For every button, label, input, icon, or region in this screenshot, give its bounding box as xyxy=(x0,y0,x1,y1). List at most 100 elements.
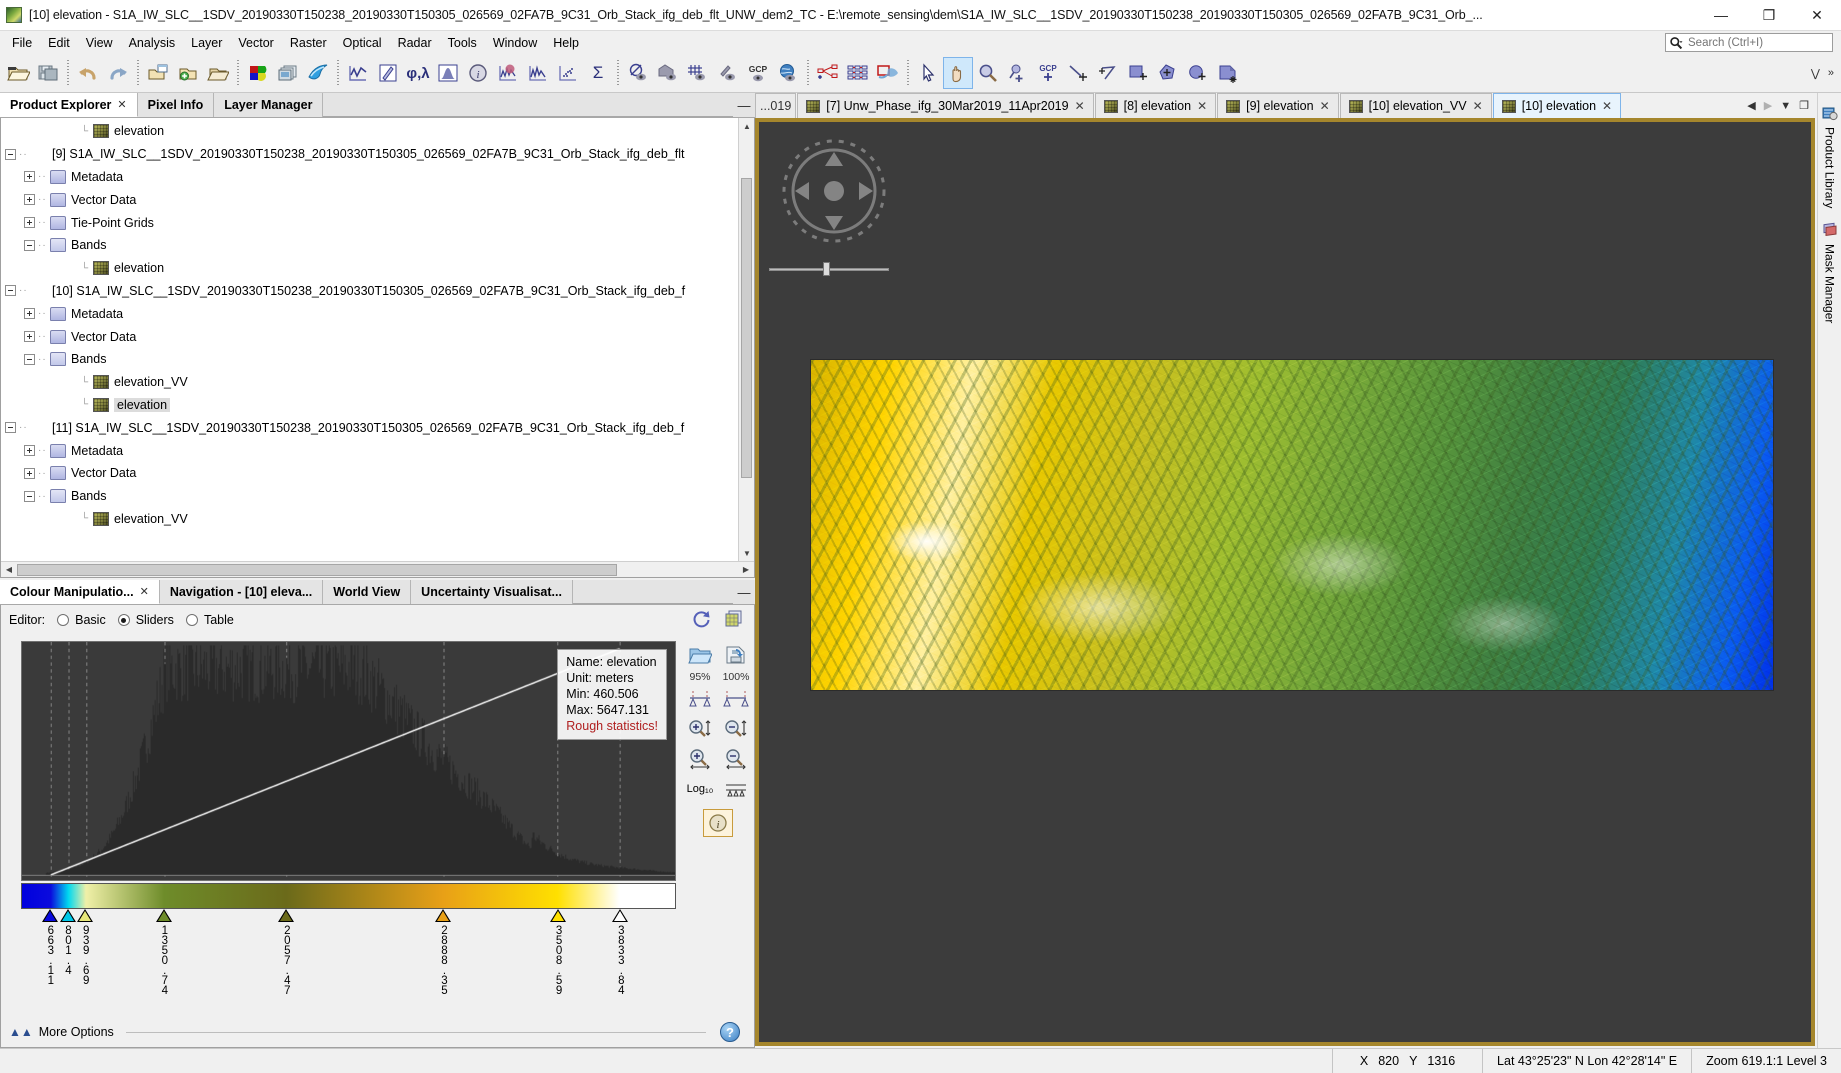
menu-view[interactable]: View xyxy=(78,34,121,52)
pin-placing-tool-icon[interactable] xyxy=(1003,57,1033,89)
import-palette-icon[interactable] xyxy=(685,641,715,669)
undo-icon[interactable] xyxy=(73,57,103,89)
tree-row[interactable]: ·· Vector Data xyxy=(1,188,738,211)
tree-row[interactable]: ·· [9] S1A_IW_SLC__1SDV_20190330T150238_2… xyxy=(1,143,738,166)
collapse-icon[interactable] xyxy=(24,353,35,365)
product-explorer-tree[interactable]: └ elevation ·· [9] S1A_IW_SLC__1SDV_2019033… xyxy=(0,118,755,578)
sidebar-item-mask-manager[interactable]: Mask Manager xyxy=(1822,222,1838,324)
collapse-icon[interactable] xyxy=(5,148,16,160)
line-drawing-tool-icon[interactable] xyxy=(1063,57,1093,89)
rectangle-drawing-tool-icon[interactable] xyxy=(1123,57,1153,89)
document-tab[interactable]: [10] elevation ✕ xyxy=(1492,93,1622,118)
selection-tool-icon[interactable] xyxy=(913,57,943,89)
density-plot-icon[interactable] xyxy=(523,57,553,89)
colour-slider-handle[interactable] xyxy=(155,909,172,922)
gcp-overlay-icon[interactable]: GCP xyxy=(743,57,773,89)
chevron-up-icon[interactable]: ▲▲ xyxy=(9,1025,33,1039)
search-box[interactable] xyxy=(1665,33,1833,52)
close-button[interactable]: ✕ xyxy=(1793,0,1841,31)
toolbar-overflow-down-icon[interactable]: ⋁ xyxy=(1808,67,1823,80)
expand-icon[interactable] xyxy=(24,445,35,457)
histogram-chart[interactable]: Name: elevation Unit: meters Min: 460.50… xyxy=(21,641,676,881)
tree-row[interactable]: └ elevation_VV xyxy=(1,508,738,531)
scroll-tabs-left-button[interactable]: ◀ xyxy=(1747,99,1755,112)
colour-slider-handle[interactable] xyxy=(59,909,76,922)
tree-row[interactable]: └ elevation xyxy=(1,394,738,417)
document-tab[interactable]: [9] elevation ✕ xyxy=(1217,93,1339,118)
collapse-icon[interactable] xyxy=(24,239,35,251)
colour-slider-handle[interactable] xyxy=(278,909,295,922)
scatter-plot-icon[interactable] xyxy=(553,57,583,89)
histogram-icon[interactable] xyxy=(433,57,463,89)
maximize-button[interactable]: ❐ xyxy=(1745,0,1793,31)
tree-row[interactable]: ·· Metadata xyxy=(1,302,738,325)
geo-coding-icon[interactable]: φ,λ xyxy=(403,57,433,89)
expand-icon[interactable] xyxy=(24,331,35,343)
tree-row[interactable]: ·· Metadata xyxy=(1,166,738,189)
tab-world-view[interactable]: World View xyxy=(323,580,412,604)
document-tab[interactable]: [7] Unw_Phase_ifg_30Mar2019_11Apr2019 ✕ xyxy=(797,93,1094,118)
menu-radar[interactable]: Radar xyxy=(390,34,440,52)
graticule-overlay-icon[interactable] xyxy=(683,57,713,89)
maximize-view-button[interactable]: ❐ xyxy=(1799,99,1809,112)
expand-icon[interactable] xyxy=(24,217,35,229)
expand-icon[interactable] xyxy=(24,467,35,479)
expand-icon[interactable] xyxy=(24,308,35,320)
tab-navigation[interactable]: Navigation - [10] eleva... xyxy=(159,580,324,604)
tab-colour-manipulation[interactable]: Colour Manipulatio... ✕ xyxy=(0,580,160,604)
zoom-out-vertical-icon[interactable] xyxy=(721,715,751,743)
menu-vector[interactable]: Vector xyxy=(230,34,281,52)
tree-row[interactable]: ·· Bands xyxy=(1,485,738,508)
batch-processing-icon[interactable] xyxy=(843,57,873,89)
tree-row[interactable]: ·· [11] S1A_IW_SLC__1SDV_20190330T150238_… xyxy=(1,416,738,439)
tab-list-button[interactable]: ▼ xyxy=(1780,100,1791,112)
image-view-frame[interactable] xyxy=(755,118,1815,1046)
close-image-view-icon[interactable] xyxy=(203,57,233,89)
graph-builder-icon[interactable] xyxy=(813,57,843,89)
subset-icon[interactable] xyxy=(873,57,903,89)
scroll-up-icon[interactable]: ▲ xyxy=(739,118,754,134)
polyline-drawing-tool-icon[interactable] xyxy=(1093,57,1123,89)
scroll-thumb-h[interactable] xyxy=(17,563,617,576)
menu-analysis[interactable]: Analysis xyxy=(121,34,184,52)
redo-icon[interactable] xyxy=(103,57,133,89)
polygon-drawing-tool-icon[interactable] xyxy=(1153,57,1183,89)
gcp-placing-tool-icon[interactable]: GCP xyxy=(1033,57,1063,89)
colour-slider-zone[interactable]: 663.11 801.4 939.69 1350.74 2057.47 2888.35 35… xyxy=(21,909,676,1017)
log10-display-icon[interactable]: Log₁₀ xyxy=(685,775,715,803)
tree-row[interactable]: ·· Vector Data xyxy=(1,462,738,485)
menu-layer[interactable]: Layer xyxy=(183,34,230,52)
zoom-tool-icon[interactable] xyxy=(973,57,1003,89)
colour-slider-handle[interactable] xyxy=(550,909,567,922)
dem-raster-image[interactable] xyxy=(811,360,1773,690)
expand-icon[interactable] xyxy=(24,194,35,206)
colour-ramp[interactable] xyxy=(21,883,676,909)
menu-tools[interactable]: Tools xyxy=(440,34,485,52)
navigation-compass-icon[interactable] xyxy=(775,132,893,250)
close-icon[interactable]: ✕ xyxy=(1602,99,1612,113)
scroll-down-icon[interactable]: ▼ xyxy=(739,545,754,561)
stretch-95-icon[interactable] xyxy=(685,685,715,713)
statistics-icon[interactable]: Σ xyxy=(583,57,613,89)
tree-row[interactable]: ·· Bands xyxy=(1,348,738,371)
reset-icon[interactable] xyxy=(692,609,712,632)
expand-icon[interactable] xyxy=(24,171,35,183)
tab-pixel-info[interactable]: Pixel Info xyxy=(137,93,215,117)
tree-row[interactable]: └ elevation xyxy=(1,120,738,143)
radio-table[interactable] xyxy=(185,614,198,626)
no-data-overlay-icon[interactable] xyxy=(623,57,653,89)
tree-row[interactable]: ·· Vector Data xyxy=(1,325,738,348)
profile-plot-icon[interactable] xyxy=(343,57,373,89)
close-icon[interactable]: ✕ xyxy=(140,585,149,598)
close-icon[interactable]: ✕ xyxy=(1320,99,1330,113)
colour-slider-handle[interactable] xyxy=(41,909,58,922)
colour-manipulation-icon[interactable] xyxy=(243,57,273,89)
information-icon[interactable]: i xyxy=(463,57,493,89)
wave-icon[interactable] xyxy=(303,57,333,89)
tree-row[interactable]: ·· [10] S1A_IW_SLC__1SDV_20190330T150238_… xyxy=(1,280,738,303)
help-button[interactable]: ? xyxy=(720,1022,740,1042)
document-tab[interactable]: [8] elevation ✕ xyxy=(1094,93,1217,118)
zoom-slider[interactable] xyxy=(769,262,889,276)
evenly-distribute-icon[interactable] xyxy=(721,775,751,803)
colour-slider-handle[interactable] xyxy=(435,909,452,922)
